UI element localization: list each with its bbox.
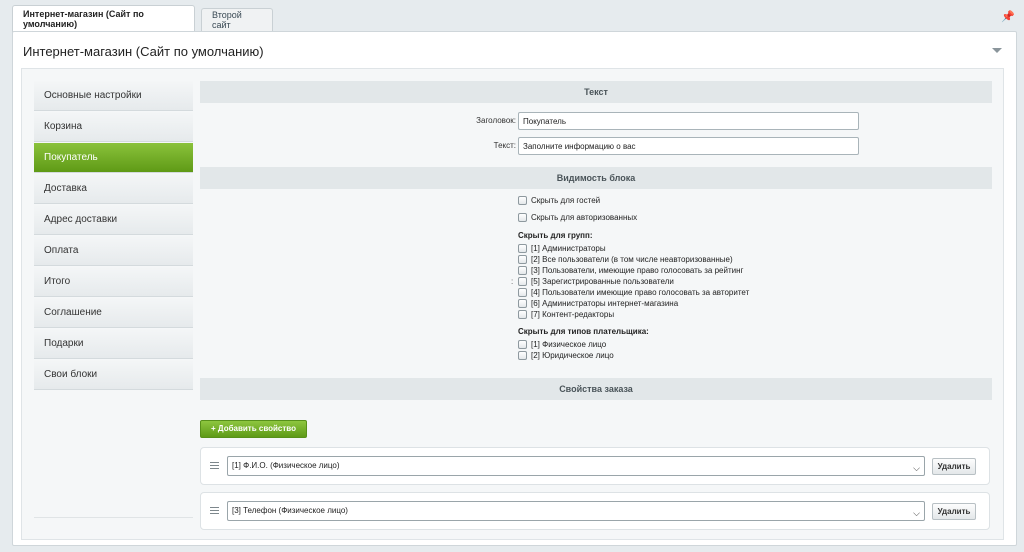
add-property-button[interactable]: + Добавить свойство [200,420,307,438]
payer-subheading: Скрыть для типов плательщика: [518,327,649,336]
collapse-arrow-icon[interactable] [992,48,1002,53]
text-field-label: Текст: [493,141,516,150]
delete-property-button[interactable]: Удалить [932,503,976,520]
groups-colon: : [511,277,514,286]
payer-checkbox[interactable] [518,340,527,349]
settings-body: Основные настройки Корзина Покупатель До… [21,68,1004,540]
sidebar-item-buyer[interactable]: Покупатель [34,143,193,173]
property-row: [3] Телефон (Физическое лицо) ⌵ Удалить [200,492,990,530]
group-checkbox[interactable] [518,288,527,297]
group-option[interactable]: [6] Администраторы интернет-магазина [518,298,678,309]
property-select-value: [1] Ф.И.О. (Физическое лицо) [232,461,340,470]
section-header-order-props: Свойства заказа [200,378,992,400]
group-label: [6] Администраторы интернет-магазина [531,299,679,308]
tab-bar: Интернет-магазин (Сайт по умолчанию) Вто… [0,0,1024,32]
hide-authorized-checkbox[interactable] [518,213,527,222]
hide-authorized-label: Скрыть для авторизованных [531,213,638,222]
tab-second-site[interactable]: Второй сайт [201,8,273,31]
group-checkbox[interactable] [518,310,527,319]
group-checkbox[interactable] [518,244,527,253]
sidebar-item-custom-blocks[interactable]: Свои блоки [34,360,193,390]
group-label: [1] Администраторы [531,244,606,253]
chevron-down-icon: ⌵ [913,508,920,518]
chevron-down-icon: ⌵ [913,463,920,473]
payer-option[interactable]: [2] Юридическое лицо [518,350,614,361]
payer-label: [1] Физическое лицо [531,340,607,349]
group-checkbox[interactable] [518,299,527,308]
sidebar-item-delivery-address[interactable]: Адрес доставки [34,205,193,235]
hide-guests-option[interactable]: Скрыть для гостей [518,195,600,206]
sidebar-item-delivery[interactable]: Доставка [34,174,193,204]
group-label: [5] Зарегистрированные пользователи [531,277,674,286]
group-option[interactable]: [3] Пользователи, имеющие право голосова… [518,265,743,276]
sidebar-divider [34,517,193,518]
pin-icon[interactable]: 📌 [1001,11,1015,23]
group-option[interactable]: [7] Контент-редакторы [518,309,614,320]
sidebar-item-main-settings[interactable]: Основные настройки [34,81,193,111]
sidebar: Основные настройки Корзина Покупатель До… [34,81,193,391]
settings-panel: Интернет-магазин (Сайт по умолчанию) Осн… [12,31,1017,546]
sidebar-item-agreement[interactable]: Соглашение [34,298,193,328]
property-select-value: [3] Телефон (Физическое лицо) [232,506,348,515]
text-field-row: Текст: [200,137,992,155]
group-option[interactable]: [4] Пользователи имеющие право голосоват… [518,287,749,298]
payer-checkbox[interactable] [518,351,527,360]
group-checkbox[interactable] [518,277,527,286]
hide-authorized-option[interactable]: Скрыть для авторизованных [518,212,637,223]
drag-handle-icon[interactable] [210,507,219,515]
group-label: [7] Контент-редакторы [531,310,615,319]
groups-subheading: Скрыть для групп: [518,231,593,240]
sidebar-item-gifts[interactable]: Подарки [34,329,193,359]
hide-guests-checkbox[interactable] [518,196,527,205]
section-header-visibility: Видимость блока [200,167,992,189]
property-select[interactable]: [3] Телефон (Физическое лицо) ⌵ [227,501,925,521]
group-checkbox[interactable] [518,255,527,264]
panel-title: Интернет-магазин (Сайт по умолчанию) [23,44,264,59]
sidebar-item-payment[interactable]: Оплата [34,236,193,266]
header-field-label: Заголовок: [476,116,516,125]
group-option[interactable]: [2] Все пользователи (в том числе неавто… [518,254,733,265]
tab-main-store[interactable]: Интернет-магазин (Сайт по умолчанию) [12,5,195,32]
drag-handle-icon[interactable] [210,462,219,470]
group-label: [3] Пользователи, имеющие право голосова… [531,266,744,275]
header-input[interactable] [518,112,859,130]
payer-option[interactable]: [1] Физическое лицо [518,339,606,350]
sidebar-item-cart[interactable]: Корзина [34,112,193,142]
group-option[interactable]: [5] Зарегистрированные пользователи [518,276,674,287]
group-label: [2] Все пользователи (в том числе неавто… [531,255,733,264]
sidebar-item-total[interactable]: Итого [34,267,193,297]
hide-guests-label: Скрыть для гостей [531,196,601,205]
group-label: [4] Пользователи имеющие право голосоват… [531,288,750,297]
group-option[interactable]: [1] Администраторы [518,243,606,254]
property-select[interactable]: [1] Ф.И.О. (Физическое лицо) ⌵ [227,456,925,476]
property-row: [1] Ф.И.О. (Физическое лицо) ⌵ Удалить [200,447,990,485]
section-header-text: Текст [200,81,992,103]
text-input[interactable] [518,137,859,155]
delete-property-button[interactable]: Удалить [932,458,976,475]
header-field-row: Заголовок: [200,112,992,130]
payer-label: [2] Юридическое лицо [531,351,614,360]
group-checkbox[interactable] [518,266,527,275]
